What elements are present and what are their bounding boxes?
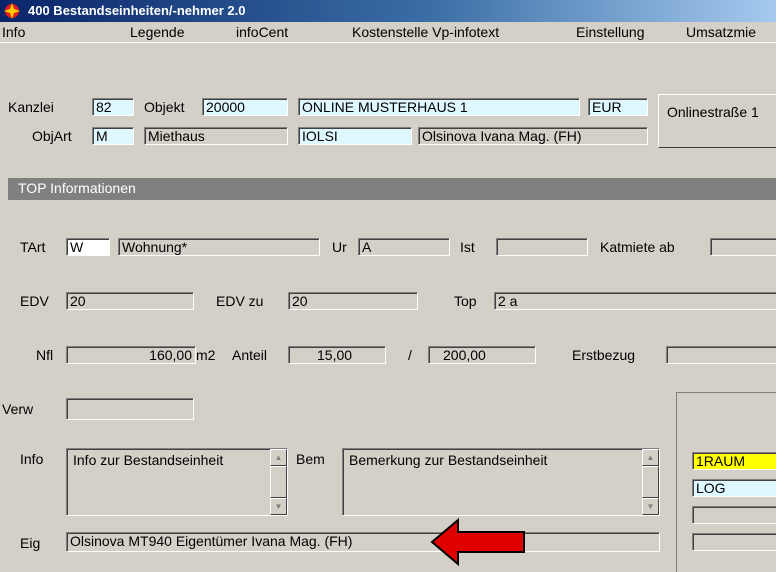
katmiete-label: Katmiete ab <box>600 239 675 255</box>
menu-bar: Info Legende infoCent Kostenstelle Vp-in… <box>0 22 776 43</box>
erstbezug-field[interactable] <box>666 346 776 364</box>
anteil-label: Anteil <box>232 347 268 363</box>
nfl-unit: m2 <box>196 347 216 363</box>
menu-infocent[interactable]: infoCent <box>236 24 288 40</box>
scroll-down-icon[interactable]: ▼ <box>270 498 287 515</box>
red-arrow-annotation <box>430 518 525 566</box>
bem-textarea[interactable]: Bemerkung zur Bestandseinheit ▲ ▼ <box>342 448 660 516</box>
anteil-separator: / <box>408 347 412 363</box>
scroll-down-icon[interactable]: ▼ <box>642 498 659 515</box>
ur-field[interactable]: A <box>358 238 450 256</box>
section-header: TOP Informationen <box>8 178 776 200</box>
ur-label: Ur <box>332 239 347 255</box>
nfl-label: Nfl <box>36 347 54 363</box>
edv-zu-field[interactable]: 20 <box>288 292 418 310</box>
edv-field[interactable]: 20 <box>66 292 194 310</box>
info-scrollbar[interactable]: ▲ ▼ <box>270 449 287 515</box>
scroll-up-icon[interactable]: ▲ <box>270 449 287 466</box>
tart-code-field[interactable]: W <box>66 238 110 256</box>
kanzlei-field[interactable]: 82 <box>92 98 134 116</box>
objart-name-field: Miethaus <box>144 127 288 145</box>
eig-field[interactable]: Olsinova MT940 Eigentümer Ivana Mag. (FH… <box>66 532 660 552</box>
owner-name-field: Olsinova Ivana Mag. (FH) <box>418 127 648 145</box>
objekt-field[interactable]: 20000 <box>202 98 288 116</box>
anteil-total-field[interactable]: 200,00 <box>428 346 536 364</box>
side-list-item[interactable] <box>692 506 776 524</box>
verw-field[interactable] <box>66 398 194 420</box>
top-label: Top <box>454 293 477 309</box>
objekt-label: Objekt <box>144 99 185 115</box>
address-button[interactable]: Onlinestraße 1 <box>658 94 776 148</box>
anteil-field[interactable]: 15,00 <box>288 346 386 364</box>
kanzlei-label: Kanzlei <box>8 99 54 115</box>
objart-code-field[interactable]: M <box>92 127 134 145</box>
tart-label: TArt <box>20 239 46 255</box>
title-bar: 400 Bestandseinheiten/-nehmer 2.0 <box>0 0 776 22</box>
menu-legende[interactable]: Legende <box>130 24 185 40</box>
nfl-field[interactable]: 160,00 <box>66 346 196 364</box>
side-list-item[interactable] <box>692 533 776 551</box>
bem-text: Bemerkung zur Bestandseinheit <box>349 452 548 468</box>
info-text: Info zur Bestandseinheit <box>73 452 224 468</box>
top-field[interactable]: 2 a <box>494 292 776 310</box>
katmiete-field[interactable] <box>710 238 776 256</box>
side-list-item[interactable]: LOG <box>692 479 776 497</box>
currency-field[interactable]: EUR <box>588 98 648 116</box>
info-label: Info <box>20 451 44 467</box>
side-list-item[interactable]: 1RAUM <box>692 452 776 470</box>
window-title: 400 Bestandseinheiten/-nehmer 2.0 <box>28 3 246 18</box>
address-button-label: Onlinestraße 1 <box>667 104 759 120</box>
ist-label: Ist <box>460 239 475 255</box>
menu-einstellung[interactable]: Einstellung <box>576 24 645 40</box>
scroll-up-icon[interactable]: ▲ <box>642 449 659 466</box>
info-textarea[interactable]: Info zur Bestandseinheit ▲ ▼ <box>66 448 288 516</box>
owner-code-field[interactable]: IOLSI <box>298 127 412 145</box>
ist-field[interactable] <box>496 238 588 256</box>
tart-name-field: Wohnung* <box>118 238 320 256</box>
section-title: TOP Informationen <box>18 180 136 196</box>
app-icon <box>4 3 20 19</box>
scroll-thumb[interactable] <box>642 466 659 498</box>
scroll-thumb[interactable] <box>270 466 287 498</box>
bem-scrollbar[interactable]: ▲ ▼ <box>642 449 659 515</box>
erstbezug-label: Erstbezug <box>572 347 636 363</box>
verw-label: Verw <box>2 401 34 417</box>
objart-label: ObjArt <box>32 128 72 144</box>
menu-umsatzmiete[interactable]: Umsatzmie <box>686 24 756 40</box>
objekt-name-field[interactable]: ONLINE MUSTERHAUS 1 <box>298 98 580 116</box>
menu-info[interactable]: Info <box>2 24 25 40</box>
edv-label: EDV <box>20 293 49 309</box>
edv-zu-label: EDV zu <box>216 293 264 309</box>
eig-label: Eig <box>20 535 41 551</box>
menu-kostenstelle[interactable]: Kostenstelle Vp-infotext <box>352 24 499 40</box>
bem-label: Bem <box>296 451 325 467</box>
